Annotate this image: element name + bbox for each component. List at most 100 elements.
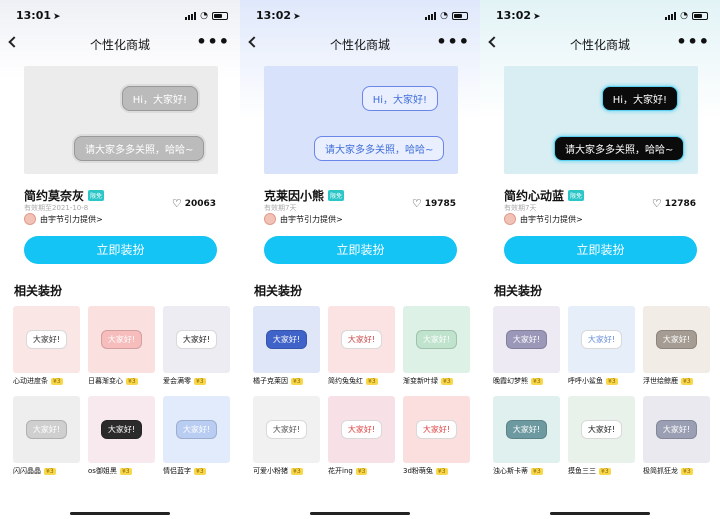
related-item-thumbnail[interactable]: 大家好! [253, 396, 320, 463]
related-item-caption: 3d粉萌兔 ¥3 [403, 466, 470, 476]
provider-link[interactable]: 由宇节引力提供> [504, 213, 583, 225]
like-button[interactable]: ♡ 19785 [412, 197, 456, 210]
thumbnail-bubble: 大家好! [25, 420, 68, 439]
related-item[interactable]: 大家好! 极简抓狂龙 ¥3 [643, 396, 710, 476]
preview-bubble-message: 请大家多多关照，哈哈~ [554, 136, 685, 161]
related-item-label: 摸鱼三三 [568, 467, 596, 475]
wifi-icon: ◔ [200, 11, 208, 21]
related-item-thumbnail[interactable]: 大家好! [88, 396, 155, 463]
related-item[interactable]: 大家好! 晚霞幻梦熊 ¥3 [493, 306, 560, 386]
status-bar: 13:01 ➤ ◔ [0, 0, 240, 30]
avatar [24, 213, 36, 225]
price-badge: ¥3 [366, 377, 378, 385]
price-badge: ¥3 [531, 377, 543, 385]
thumbnail-bubble: 大家好! [505, 330, 548, 349]
related-item-thumbnail[interactable]: 大家好! [328, 396, 395, 463]
validity-text: 有效期至2021-10-8 [24, 204, 89, 212]
related-item-caption: 闪闪晶晶 ¥3 [13, 466, 80, 476]
provider-label: 由宇节引力提供> [520, 214, 583, 224]
related-item-label: 橘子克莱因 [253, 377, 288, 385]
related-item[interactable]: 大家好! 橘子克莱因 ¥3 [253, 306, 320, 386]
item-title-row: 简约心动蓝 限免 [504, 187, 585, 204]
related-item[interactable]: 大家好! 浮世绘鲸鹿 ¥3 [643, 306, 710, 386]
related-item[interactable]: 大家好! 闪闪晶晶 ¥3 [13, 396, 80, 476]
related-item-thumbnail[interactable]: 大家好! [493, 306, 560, 373]
more-icon[interactable]: ••• [676, 34, 710, 50]
status-time: 13:02 [256, 9, 292, 22]
apply-button[interactable]: 立即装扮 [24, 236, 217, 264]
related-item[interactable]: 大家好! 爱会满零 ¥3 [163, 306, 230, 386]
related-item-thumbnail[interactable]: 大家好! [328, 306, 395, 373]
thumbnail-bubble: 大家好! [265, 420, 308, 439]
price-badge: ¥3 [44, 467, 56, 475]
provider-link[interactable]: 由宇节引力提供> [264, 213, 343, 225]
provider-label: 由宇节引力提供> [280, 214, 343, 224]
more-icon[interactable]: ••• [436, 34, 470, 50]
related-item-caption: 情侣蓝字 ¥3 [163, 466, 230, 476]
related-item-caption: 心动进度条 ¥3 [13, 376, 80, 386]
related-item-caption: os御姐黑 ¥3 [88, 466, 155, 476]
related-item[interactable]: 大家好! 可爱小粉猪 ¥3 [253, 396, 320, 476]
battery-icon [452, 12, 468, 20]
related-item[interactable]: 大家好! 日暮渐变心 ¥3 [88, 306, 155, 386]
related-item-thumbnail[interactable]: 大家好! [403, 396, 470, 463]
related-item-label: 渐变新叶绿 [403, 377, 438, 385]
free-tag-badge: 限免 [568, 190, 585, 201]
related-item[interactable]: 大家好! 摸鱼三三 ¥3 [568, 396, 635, 476]
related-item-thumbnail[interactable]: 大家好! [643, 396, 710, 463]
related-item[interactable]: 大家好! 呼呼小鲨鱼 ¥3 [568, 306, 635, 386]
related-item-thumbnail[interactable]: 大家好! [568, 396, 635, 463]
bubble-preview: Hi，大家好! 请大家多多关照，哈哈~ [264, 66, 458, 174]
home-indicator [310, 512, 410, 515]
more-icon[interactable]: ••• [196, 34, 230, 50]
apply-button[interactable]: 立即装扮 [264, 236, 457, 264]
related-item[interactable]: 大家好! 花开ing ¥3 [328, 396, 395, 476]
price-badge: ¥3 [355, 467, 368, 475]
related-item[interactable]: 大家好! 3d粉萌兔 ¥3 [403, 396, 470, 476]
related-item-thumbnail[interactable]: 大家好! [163, 396, 230, 463]
like-button[interactable]: ♡ 20063 [172, 197, 216, 210]
related-item-thumbnail[interactable]: 大家好! [88, 306, 155, 373]
related-item[interactable]: 大家好! 情侣蓝字 ¥3 [163, 396, 230, 476]
thumbnail-bubble: 大家好! [100, 420, 143, 439]
related-item-thumbnail[interactable]: 大家好! [643, 306, 710, 373]
thumbnail-bubble: 大家好! [655, 330, 698, 349]
like-button[interactable]: ♡ 12786 [652, 197, 696, 210]
related-item-label: 闪闪晶晶 [13, 467, 41, 475]
thumbnail-bubble: 大家好! [25, 330, 68, 349]
related-item-label: 浊心斯卡蒂 [493, 467, 528, 475]
home-indicator [550, 512, 650, 515]
related-item-caption: 日暮渐变心 ¥3 [88, 376, 155, 386]
related-item-label: 情侣蓝字 [163, 467, 191, 475]
related-item-thumbnail[interactable]: 大家好! [13, 306, 80, 373]
related-item[interactable]: 大家好! 渐变新叶绿 ¥3 [403, 306, 470, 386]
price-badge: ¥3 [194, 377, 206, 385]
related-item-thumbnail[interactable]: 大家好! [163, 306, 230, 373]
cellular-signal-icon [185, 12, 197, 20]
phone-screen: 13:02 ➤ ◔ 个性化商城 ••• Hi，大家好! 请大家多多关照，哈哈~ 简… [480, 0, 720, 519]
like-count: 19785 [424, 198, 456, 209]
related-item[interactable]: 大家好! 心动进度条 ¥3 [13, 306, 80, 386]
related-item-thumbnail[interactable]: 大家好! [403, 306, 470, 373]
thumbnail-bubble: 大家好! [580, 420, 623, 439]
related-item-label: 晚霞幻梦熊 [493, 377, 528, 385]
related-item-caption: 浊心斯卡蒂 ¥3 [493, 466, 560, 476]
related-item-thumbnail[interactable]: 大家好! [568, 306, 635, 373]
related-item-label: 可爱小粉猪 [253, 467, 288, 475]
related-item-label: 极简抓狂龙 [643, 467, 678, 475]
price-badge: ¥3 [606, 377, 618, 385]
related-item[interactable]: 大家好! 简约兔兔红 ¥3 [328, 306, 395, 386]
thumbnail-bubble: 大家好! [175, 420, 218, 439]
related-item[interactable]: 大家好! 浊心斯卡蒂 ¥3 [493, 396, 560, 476]
price-badge: ¥3 [291, 467, 303, 475]
item-title-row: 克莱因小熊 限免 [264, 187, 345, 204]
apply-button[interactable]: 立即装扮 [504, 236, 697, 264]
related-item-thumbnail[interactable]: 大家好! [493, 396, 560, 463]
related-item-thumbnail[interactable]: 大家好! [253, 306, 320, 373]
related-item-caption: 橘子克莱因 ¥3 [253, 376, 320, 386]
related-item[interactable]: 大家好! os御姐黑 ¥3 [88, 396, 155, 476]
related-item-label: 3d粉萌兔 [403, 467, 433, 475]
related-item-thumbnail[interactable]: 大家好! [13, 396, 80, 463]
related-item-caption: 爱会满零 ¥3 [163, 376, 230, 386]
provider-link[interactable]: 由宇节引力提供> [24, 213, 103, 225]
